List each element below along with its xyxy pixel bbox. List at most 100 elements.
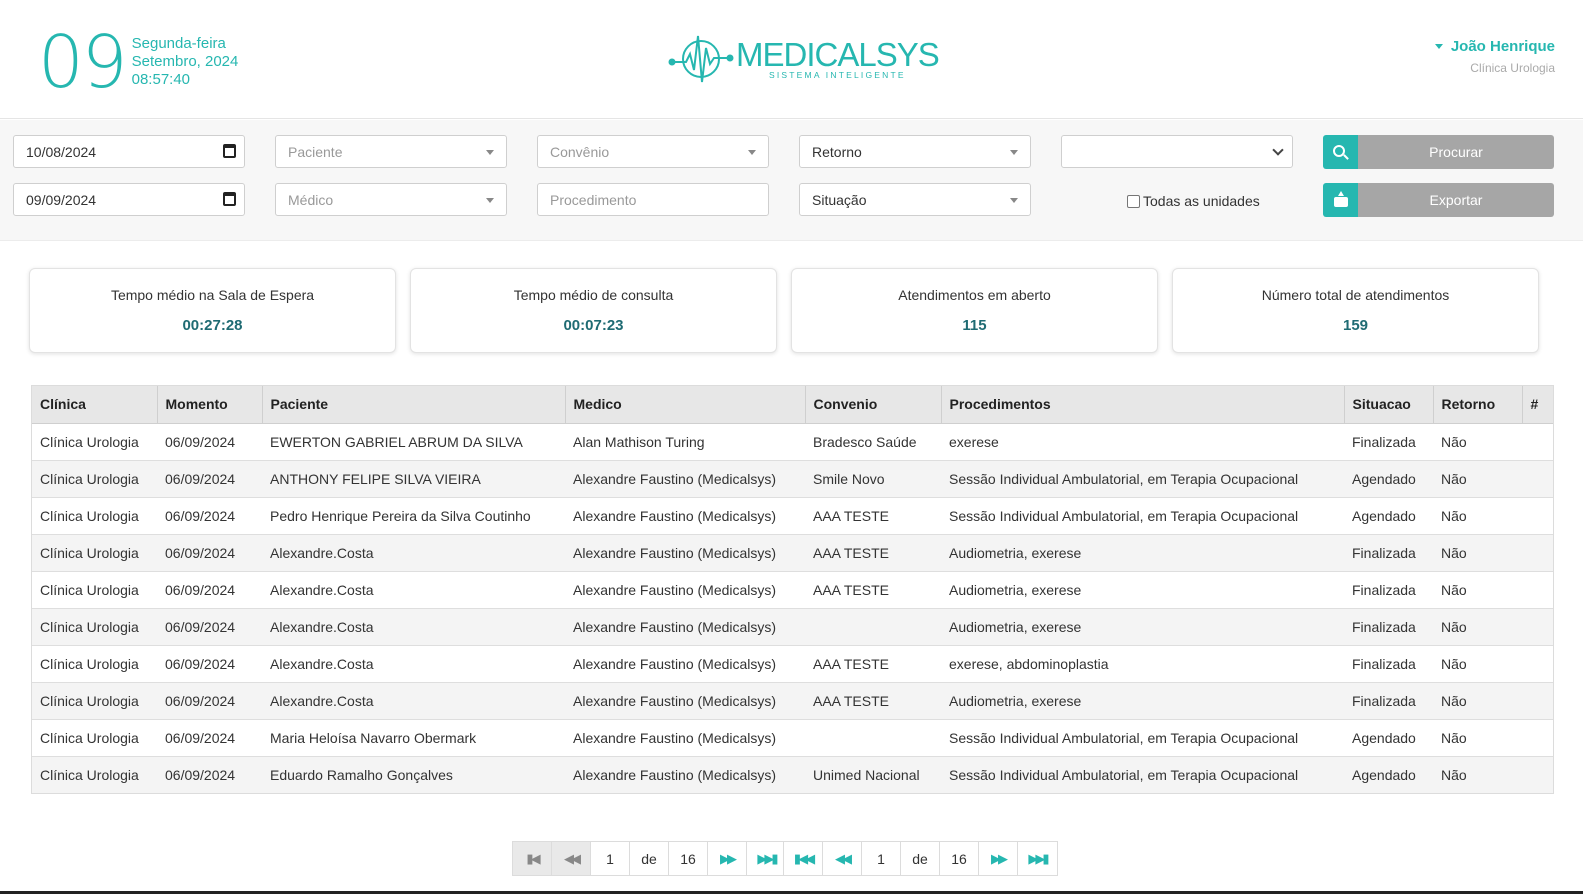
day-number: 09 bbox=[38, 20, 128, 104]
column-header-clinica[interactable]: Clínica bbox=[32, 386, 158, 424]
medicalsys-logo: MEDICALSYS SISTEMA INTELIGENTE bbox=[668, 30, 940, 88]
cell-momento: 06/09/2024 bbox=[157, 534, 262, 572]
first-page-icon[interactable]: ▮◀ bbox=[513, 842, 552, 875]
cell-procedimentos: Audiometria, exerese bbox=[941, 571, 1344, 609]
cell-situacao: Finalizada bbox=[1344, 534, 1433, 572]
cell-actions bbox=[1522, 571, 1553, 609]
cell-momento: 06/09/2024 bbox=[157, 571, 262, 609]
cell-momento: 06/09/2024 bbox=[157, 460, 262, 498]
paciente-select[interactable]: Paciente bbox=[275, 135, 507, 168]
end-date-input[interactable]: 09/09/2024 bbox=[13, 183, 245, 216]
cell-convenio: Unimed Nacional bbox=[805, 756, 941, 793]
stat-card-total-appointments: Número total de atendimentos 159 bbox=[1172, 268, 1539, 353]
cell-clinica: Clínica Urologia bbox=[32, 571, 157, 609]
cell-situacao: Finalizada bbox=[1344, 608, 1433, 646]
user-menu[interactable]: João Henrique Clínica Urologia bbox=[1434, 38, 1555, 75]
start-date-input[interactable]: 10/08/2024 bbox=[13, 135, 245, 168]
retorno-select[interactable]: Retorno bbox=[799, 135, 1031, 168]
cell-procedimentos: Sessão Individual Ambulatorial, em Terap… bbox=[941, 497, 1344, 535]
column-header-situacao[interactable]: Situacao bbox=[1344, 386, 1434, 424]
cell-medico: Alexandre Faustino (Medicalsys) bbox=[565, 460, 805, 498]
cell-paciente: Alexandre.Costa bbox=[262, 645, 565, 683]
first-page-icon[interactable]: ▮◀◀ bbox=[784, 842, 823, 875]
cell-situacao: Agendado bbox=[1344, 756, 1433, 793]
table-row[interactable]: Clínica Urologia 06/09/2024 Alexandre.Cost… bbox=[32, 534, 1553, 572]
cell-retorno: Não bbox=[1433, 571, 1522, 609]
current-page[interactable]: 1 bbox=[862, 842, 901, 875]
pagination-right: ▮◀◀ ◀◀ 1 de 16 ▶▶ ▶▶▮ bbox=[783, 841, 1058, 876]
unit-select[interactable] bbox=[1061, 135, 1293, 168]
cell-convenio: AAA TESTE bbox=[805, 571, 941, 609]
cell-retorno: Não bbox=[1433, 423, 1522, 461]
cell-procedimentos: Audiometria, exerese bbox=[941, 534, 1344, 572]
column-header-convenio[interactable]: Convenio bbox=[805, 386, 942, 424]
cell-medico: Alexandre Faustino (Medicalsys) bbox=[565, 756, 805, 793]
calendar-icon[interactable] bbox=[223, 192, 236, 206]
stat-label: Atendimentos em aberto bbox=[898, 287, 1051, 303]
table-row[interactable]: Clínica Urologia 06/09/2024 Maria Heloísa … bbox=[32, 719, 1553, 757]
cell-convenio: AAA TESTE bbox=[805, 645, 941, 683]
page-of-label: de bbox=[901, 842, 940, 875]
next-page-icon[interactable]: ▶▶ bbox=[979, 842, 1018, 875]
cell-paciente: Alexandre.Costa bbox=[262, 534, 565, 572]
table-row[interactable]: Clínica Urologia 06/09/2024 ANTHONY FELIPE… bbox=[32, 460, 1553, 498]
prev-page-icon[interactable]: ◀◀ bbox=[823, 842, 862, 875]
procedimento-input[interactable]: Procedimento bbox=[537, 183, 769, 216]
pagination-left: ▮◀ ◀◀ 1 de 16 ▶▶ ▶▶▮ bbox=[512, 841, 787, 876]
cell-convenio: AAA TESTE bbox=[805, 682, 941, 720]
stat-value: 00:27:28 bbox=[182, 317, 243, 334]
user-name: João Henrique bbox=[1450, 38, 1555, 55]
calendar-icon[interactable] bbox=[223, 144, 236, 158]
cell-clinica: Clínica Urologia bbox=[32, 534, 157, 572]
stat-label: Número total de atendimentos bbox=[1261, 287, 1450, 303]
cell-medico: Alexandre Faustino (Medicalsys) bbox=[565, 534, 805, 572]
table-row[interactable]: Clínica Urologia 06/09/2024 Alexandre.Cost… bbox=[32, 571, 1553, 609]
next-page-icon[interactable]: ▶▶ bbox=[708, 842, 747, 875]
user-name-toggle[interactable]: João Henrique bbox=[1434, 38, 1555, 55]
column-header-momento[interactable]: Momento bbox=[157, 386, 263, 424]
prev-page-icon[interactable]: ◀◀ bbox=[552, 842, 591, 875]
cell-medico: Alexandre Faustino (Medicalsys) bbox=[565, 682, 805, 720]
cell-convenio bbox=[805, 608, 941, 646]
dropdown-arrow-icon bbox=[1010, 150, 1018, 155]
table-row[interactable]: Clínica Urologia 06/09/2024 Pedro Henrique… bbox=[32, 497, 1553, 535]
column-header-medico[interactable]: Medico bbox=[565, 386, 806, 424]
cell-momento: 06/09/2024 bbox=[157, 608, 262, 646]
table-row[interactable]: Clínica Urologia 06/09/2024 Eduardo Ramalh… bbox=[32, 756, 1553, 793]
total-pages: 16 bbox=[940, 842, 979, 875]
table-row[interactable]: Clínica Urologia 06/09/2024 Alexandre.Cost… bbox=[32, 682, 1553, 720]
last-page-icon[interactable]: ▶▶▮ bbox=[1018, 842, 1057, 875]
cell-procedimentos: Sessão Individual Ambulatorial, em Terap… bbox=[941, 719, 1344, 757]
medico-select[interactable]: Médico bbox=[275, 183, 507, 216]
stat-value: 115 bbox=[962, 317, 987, 334]
convenio-select[interactable]: Convênio bbox=[537, 135, 769, 168]
current-page[interactable]: 1 bbox=[591, 842, 630, 875]
logo-wordmark: MEDICALSYS bbox=[736, 36, 940, 73]
column-header-retorno[interactable]: Retorno bbox=[1433, 386, 1523, 424]
situacao-select[interactable]: Situação bbox=[799, 183, 1031, 216]
cell-retorno: Não bbox=[1433, 497, 1522, 535]
last-page-icon[interactable]: ▶▶▮ bbox=[747, 842, 786, 875]
all-units-checkbox[interactable] bbox=[1127, 194, 1140, 208]
cell-medico: Alan Mathison Turing bbox=[565, 423, 805, 461]
cell-clinica: Clínica Urologia bbox=[32, 645, 157, 683]
date-display: 09 Segunda-feira Setembro, 2024 08:57:40 bbox=[38, 26, 238, 98]
user-clinic: Clínica Urologia bbox=[1470, 61, 1555, 75]
table-row[interactable]: Clínica Urologia 06/09/2024 Alexandre.Cost… bbox=[32, 645, 1553, 683]
cell-clinica: Clínica Urologia bbox=[32, 460, 157, 498]
cell-procedimentos: exerese bbox=[941, 423, 1344, 461]
cell-situacao: Agendado bbox=[1344, 497, 1433, 535]
column-header-paciente[interactable]: Paciente bbox=[262, 386, 566, 424]
table-row[interactable]: Clínica Urologia 06/09/2024 EWERTON GABRIE… bbox=[32, 423, 1553, 461]
cell-paciente: ANTHONY FELIPE SILVA VIEIRA bbox=[262, 460, 565, 498]
column-header-procedimentos[interactable]: Procedimentos bbox=[941, 386, 1345, 424]
search-button[interactable]: Procurar bbox=[1323, 135, 1554, 169]
export-button[interactable]: Exportar bbox=[1323, 183, 1554, 217]
cell-retorno: Não bbox=[1433, 460, 1522, 498]
cell-procedimentos: Sessão Individual Ambulatorial, em Terap… bbox=[941, 460, 1344, 498]
page-of-label: de bbox=[630, 842, 669, 875]
all-units-option[interactable]: Todas as unidades bbox=[1127, 193, 1260, 209]
dropdown-arrow-icon bbox=[1010, 198, 1018, 203]
cell-actions bbox=[1522, 645, 1553, 683]
table-row[interactable]: Clínica Urologia 06/09/2024 Alexandre.Cost… bbox=[32, 608, 1553, 646]
